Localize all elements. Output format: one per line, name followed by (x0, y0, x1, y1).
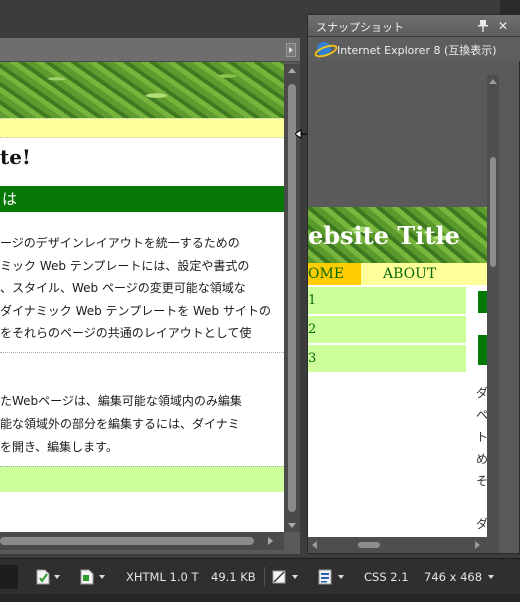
section-heading: は (0, 186, 284, 212)
internet-explorer-icon (317, 42, 331, 56)
snapshot-vertical-scrollbar[interactable] (487, 75, 499, 553)
chevron-down-icon[interactable] (292, 575, 298, 579)
text-line: 能な領域外の部分を編集するには、ダイナミ (0, 417, 240, 431)
doctype-indicator[interactable]: XHTML 1.0 T (126, 570, 199, 584)
style-application-icon[interactable] (80, 569, 94, 585)
browser-selector[interactable]: Internet Explorer 8 (互換表示) (308, 37, 520, 61)
scroll-left-arrow-icon[interactable] (312, 541, 317, 549)
expression-web-window: te! は ージのデザインレイアウトを統一するための ミック Web テンプレー… (0, 0, 520, 602)
scroll-thumb[interactable] (358, 542, 380, 548)
preview-text-fragment: そ (476, 474, 487, 488)
scroll-down-arrow-icon[interactable] (288, 523, 296, 528)
top-chrome (0, 0, 300, 38)
paragraph-editable: たWebページは、編集可能な領域内のみ編集 能な領域外の部分を編集するには、ダイ… (0, 390, 284, 459)
footer-band (0, 466, 284, 492)
preview-heading-block (478, 291, 487, 313)
chevron-down-icon[interactable] (338, 575, 344, 579)
divider (264, 567, 265, 587)
text-line: をそれらのページの共通のレイアウトとして使 (0, 326, 252, 340)
bottom-chrome (0, 594, 520, 602)
snapshot-preview: ebsite Title OME ABOUT 1 2 3 ダ ペ ト め そ ダ (308, 207, 487, 537)
pin-icon[interactable] (478, 20, 488, 32)
css-level-indicator[interactable]: CSS 2.1 (364, 570, 409, 584)
scroll-thumb[interactable] (490, 157, 496, 267)
preview-nav-bar: OME ABOUT (308, 263, 487, 285)
browser-name: Internet Explorer 8 (互換表示) (337, 44, 497, 57)
preview-nav-about: ABOUT (383, 266, 437, 282)
text-line: ダイナミック Web テンプレートを Web サイトの (0, 303, 271, 318)
diagonal-line-icon[interactable] (272, 569, 286, 585)
paragraph-intro: ージのデザインレイアウトを統一するための ミック Web テンプレートには、設定… (0, 232, 284, 345)
text-line: を開き、編集します。 (0, 440, 118, 454)
preview-text-fragment: ダ (476, 517, 487, 531)
panel-title: スナップショット (316, 21, 404, 34)
preview-site-title: ebsite Title (308, 221, 460, 250)
scroll-right-arrow-icon[interactable] (268, 537, 273, 545)
ruler-bar (0, 38, 300, 62)
preview-heading-block (478, 335, 487, 365)
chevron-down-icon[interactable] (488, 575, 494, 579)
scroll-right-arrow-icon[interactable] (286, 43, 296, 57)
header-banner-image (0, 62, 284, 118)
text-line: ミック Web テンプレートには、設定や書式の (0, 258, 250, 273)
preview-text-fragment: ト (476, 430, 487, 444)
preview-text-fragment: め (476, 452, 487, 466)
scroll-right-arrow-icon[interactable] (475, 541, 480, 549)
visual-aids-icon[interactable] (36, 569, 50, 585)
page-title: te! (0, 145, 31, 169)
page-size-indicator: 49.1 KB (211, 570, 256, 584)
chevron-down-icon[interactable] (99, 575, 105, 579)
editor-horizontal-scrollbar[interactable] (0, 532, 284, 550)
scroll-thumb[interactable] (288, 84, 296, 512)
schema-document-icon[interactable] (318, 569, 332, 585)
scroll-thumb[interactable] (0, 537, 254, 545)
preview-side-item: 2 (308, 316, 466, 344)
text-line: ージのデザインレイアウトを統一するための (0, 236, 240, 250)
preview-banner-image: ebsite Title (308, 207, 487, 263)
snapshot-panel: スナップショット ✕ Internet Explorer 8 (互換表示) eb… (307, 14, 520, 554)
dotted-separator (0, 352, 284, 353)
preview-text-fragment: ペ (476, 408, 487, 422)
preview-text-fragment: ダ (476, 386, 487, 400)
preview-side-item: 1 (308, 287, 466, 315)
status-bar: XHTML 1.0 T 49.1 KB CSS 2.1 746 x 468 (0, 558, 520, 594)
snapshot-panel-header: スナップショット ✕ (308, 15, 520, 37)
design-view-pane: te! は ージのデザインレイアウトを統一するための ミック Web テンプレー… (0, 38, 300, 554)
scroll-up-arrow-icon[interactable] (288, 68, 296, 73)
top-right-chrome (500, 0, 520, 14)
snapshot-horizontal-scrollbar[interactable] (308, 537, 487, 553)
navigation-band (0, 118, 284, 138)
close-icon[interactable]: ✕ (498, 20, 508, 32)
preview-nav-home: OME (308, 263, 361, 285)
text-line: たWebページは、編集可能な領域内のみ編集 (0, 394, 242, 408)
preview-side-item: 3 (308, 345, 466, 373)
status-bar-edge (0, 565, 18, 589)
text-line: 、スタイル、Web ページの変更可能な領域な (0, 281, 246, 295)
design-canvas[interactable]: te! は ージのデザインレイアウトを統一するための ミック Web テンプレー… (0, 62, 284, 532)
chevron-down-icon[interactable] (54, 575, 60, 579)
page-resolution-indicator[interactable]: 746 x 468 (424, 570, 482, 584)
scroll-up-arrow-icon[interactable] (489, 79, 497, 84)
